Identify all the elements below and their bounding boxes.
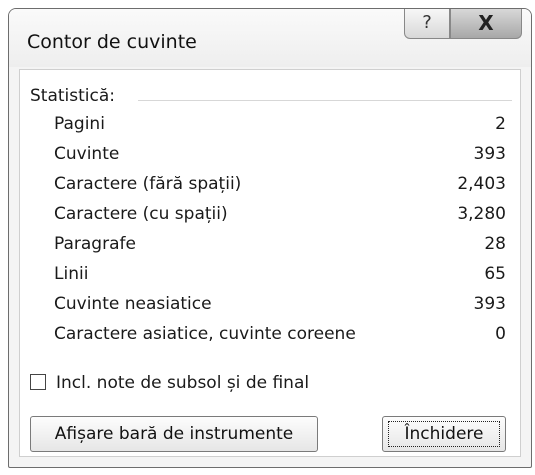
stat-value: 3,280 xyxy=(457,204,506,224)
dialog-content: Statistică: Pagini 2 Cuvinte 393 Caracte… xyxy=(19,69,521,457)
help-button[interactable]: ? xyxy=(404,9,450,39)
stat-value: 28 xyxy=(484,234,506,254)
stat-label: Cuvinte xyxy=(54,144,120,164)
stat-row-words: Cuvinte 393 xyxy=(54,140,506,170)
stat-value: 65 xyxy=(484,264,506,284)
close-window-button[interactable]: X xyxy=(450,9,522,39)
stat-value: 0 xyxy=(495,324,506,344)
stat-label: Cuvinte neasiatice xyxy=(54,294,212,314)
show-toolbar-button[interactable]: Afișare bară de instrumente xyxy=(30,416,318,452)
close-button-label: Închidere xyxy=(404,424,484,444)
stat-row-chars-with-spaces: Caractere (cu spații) 3,280 xyxy=(54,200,506,230)
stat-label: Paragrafe xyxy=(54,234,136,254)
word-count-dialog: Contor de cuvinte ? X Statistică: Pagini… xyxy=(8,8,532,468)
include-notes-label[interactable]: Incl. note de subsol și de final xyxy=(56,373,309,393)
stat-label: Caractere asiatice, cuvinte coreene xyxy=(54,324,356,344)
statistics-divider xyxy=(138,100,512,101)
statistics-header: Statistică: xyxy=(30,86,115,106)
stat-label: Linii xyxy=(54,264,89,284)
include-notes-checkbox[interactable] xyxy=(30,374,46,390)
stat-value: 393 xyxy=(473,144,506,164)
stat-row-non-asian-words: Cuvinte neasiatice 393 xyxy=(54,290,506,320)
stat-row-chars-no-spaces: Caractere (fără spații) 2,403 xyxy=(54,170,506,200)
stat-row-paragraphs: Paragrafe 28 xyxy=(54,230,506,260)
stat-value: 2,403 xyxy=(457,174,506,194)
dialog-title: Contor de cuvinte xyxy=(27,31,197,53)
stat-label: Caractere (cu spații) xyxy=(54,204,228,224)
stat-row-asian-chars: Caractere asiatice, cuvinte coreene 0 xyxy=(54,320,506,350)
close-button[interactable]: Închidere xyxy=(382,416,506,452)
stat-row-pages: Pagini 2 xyxy=(54,110,506,140)
stat-value: 2 xyxy=(495,114,506,134)
title-bar[interactable]: Contor de cuvinte ? X xyxy=(9,9,531,67)
stat-value: 393 xyxy=(473,294,506,314)
stat-row-lines: Linii 65 xyxy=(54,260,506,290)
stat-label: Pagini xyxy=(54,114,105,134)
stat-label: Caractere (fără spații) xyxy=(54,174,242,194)
